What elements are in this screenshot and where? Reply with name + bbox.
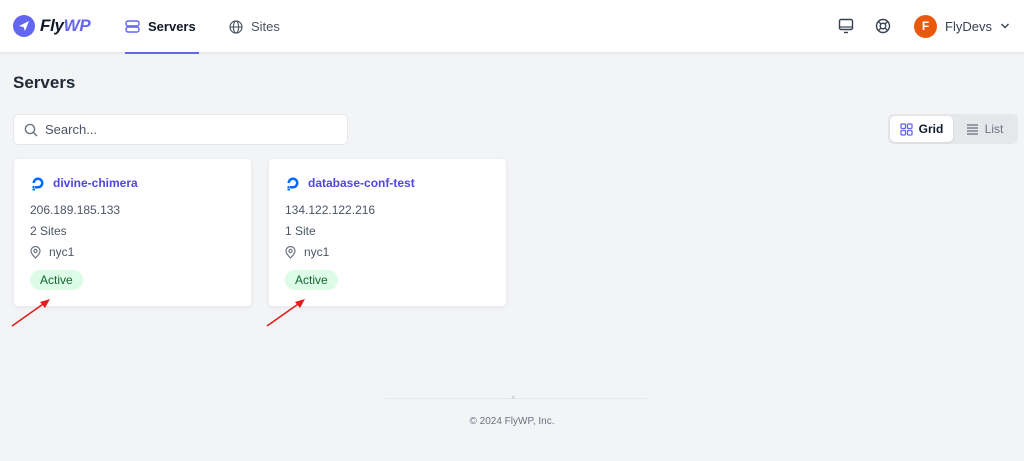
app-name: FlyWP — [40, 16, 91, 35]
list-view-label: List — [984, 122, 1004, 136]
footer-divider-mark: × — [511, 393, 516, 402]
server-card[interactable]: divine-chimera 206.189.185.133 2 Sites n… — [13, 158, 252, 307]
user-name: FlyDevs — [945, 18, 992, 34]
server-sites-count: 2 Sites — [30, 224, 67, 238]
server-region: nyc1 — [304, 245, 330, 259]
map-pin-icon — [285, 245, 296, 259]
server-ip: 134.122.122.216 — [285, 203, 376, 217]
tab-sites[interactable]: Sites — [229, 0, 289, 53]
monitor-icon[interactable] — [837, 17, 855, 35]
grid-icon — [900, 122, 913, 136]
grid-view-button[interactable]: Grid — [890, 116, 953, 142]
search-input[interactable] — [45, 122, 325, 137]
server-icon — [125, 20, 140, 33]
top-navbar: FlyWP Servers Sites F FlyDevs — [0, 0, 1024, 54]
server-card-header: database-conf-test — [285, 175, 415, 191]
server-sites-count: 1 Site — [285, 224, 316, 238]
list-view-button[interactable]: List — [953, 116, 1016, 142]
tab-sites-label: Sites — [251, 19, 280, 34]
status-badge: Active — [30, 270, 83, 290]
page-title: Servers — [13, 73, 76, 92]
server-region: nyc1 — [49, 245, 75, 259]
search-box[interactable] — [13, 114, 348, 145]
server-card[interactable]: database-conf-test 134.122.122.216 1 Sit… — [268, 158, 507, 307]
annotation-arrow-icon — [11, 299, 50, 327]
tab-servers-label: Servers — [148, 19, 196, 34]
server-location: nyc1 — [30, 245, 74, 259]
digitalocean-icon — [32, 177, 44, 191]
search-icon — [24, 123, 38, 136]
app-logo[interactable]: FlyWP — [13, 14, 91, 38]
server-card-header: divine-chimera — [30, 175, 138, 191]
digitalocean-icon — [287, 177, 299, 191]
footer-divider — [385, 398, 647, 399]
map-pin-icon — [30, 245, 41, 259]
server-ip: 206.189.185.133 — [30, 203, 121, 217]
avatar: F — [914, 14, 937, 38]
user-menu[interactable]: F FlyDevs — [914, 14, 1010, 38]
logo-icon — [13, 15, 35, 37]
server-name-link[interactable]: database-conf-test — [308, 176, 415, 190]
grid-view-label: Grid — [918, 122, 944, 136]
tab-servers[interactable]: Servers — [125, 0, 199, 54]
footer-copyright: © 2024 FlyWP, Inc. — [469, 416, 555, 427]
status-badge: Active — [285, 270, 338, 290]
globe-icon — [229, 19, 243, 34]
server-name-link[interactable]: divine-chimera — [53, 176, 138, 190]
view-toggle: Grid List — [888, 114, 1018, 144]
chevron-down-icon — [1000, 23, 1009, 29]
annotation-arrow-icon — [266, 299, 305, 327]
list-icon — [966, 124, 978, 135]
help-lifebuoy-icon[interactable] — [874, 17, 892, 35]
server-location: nyc1 — [285, 245, 329, 259]
